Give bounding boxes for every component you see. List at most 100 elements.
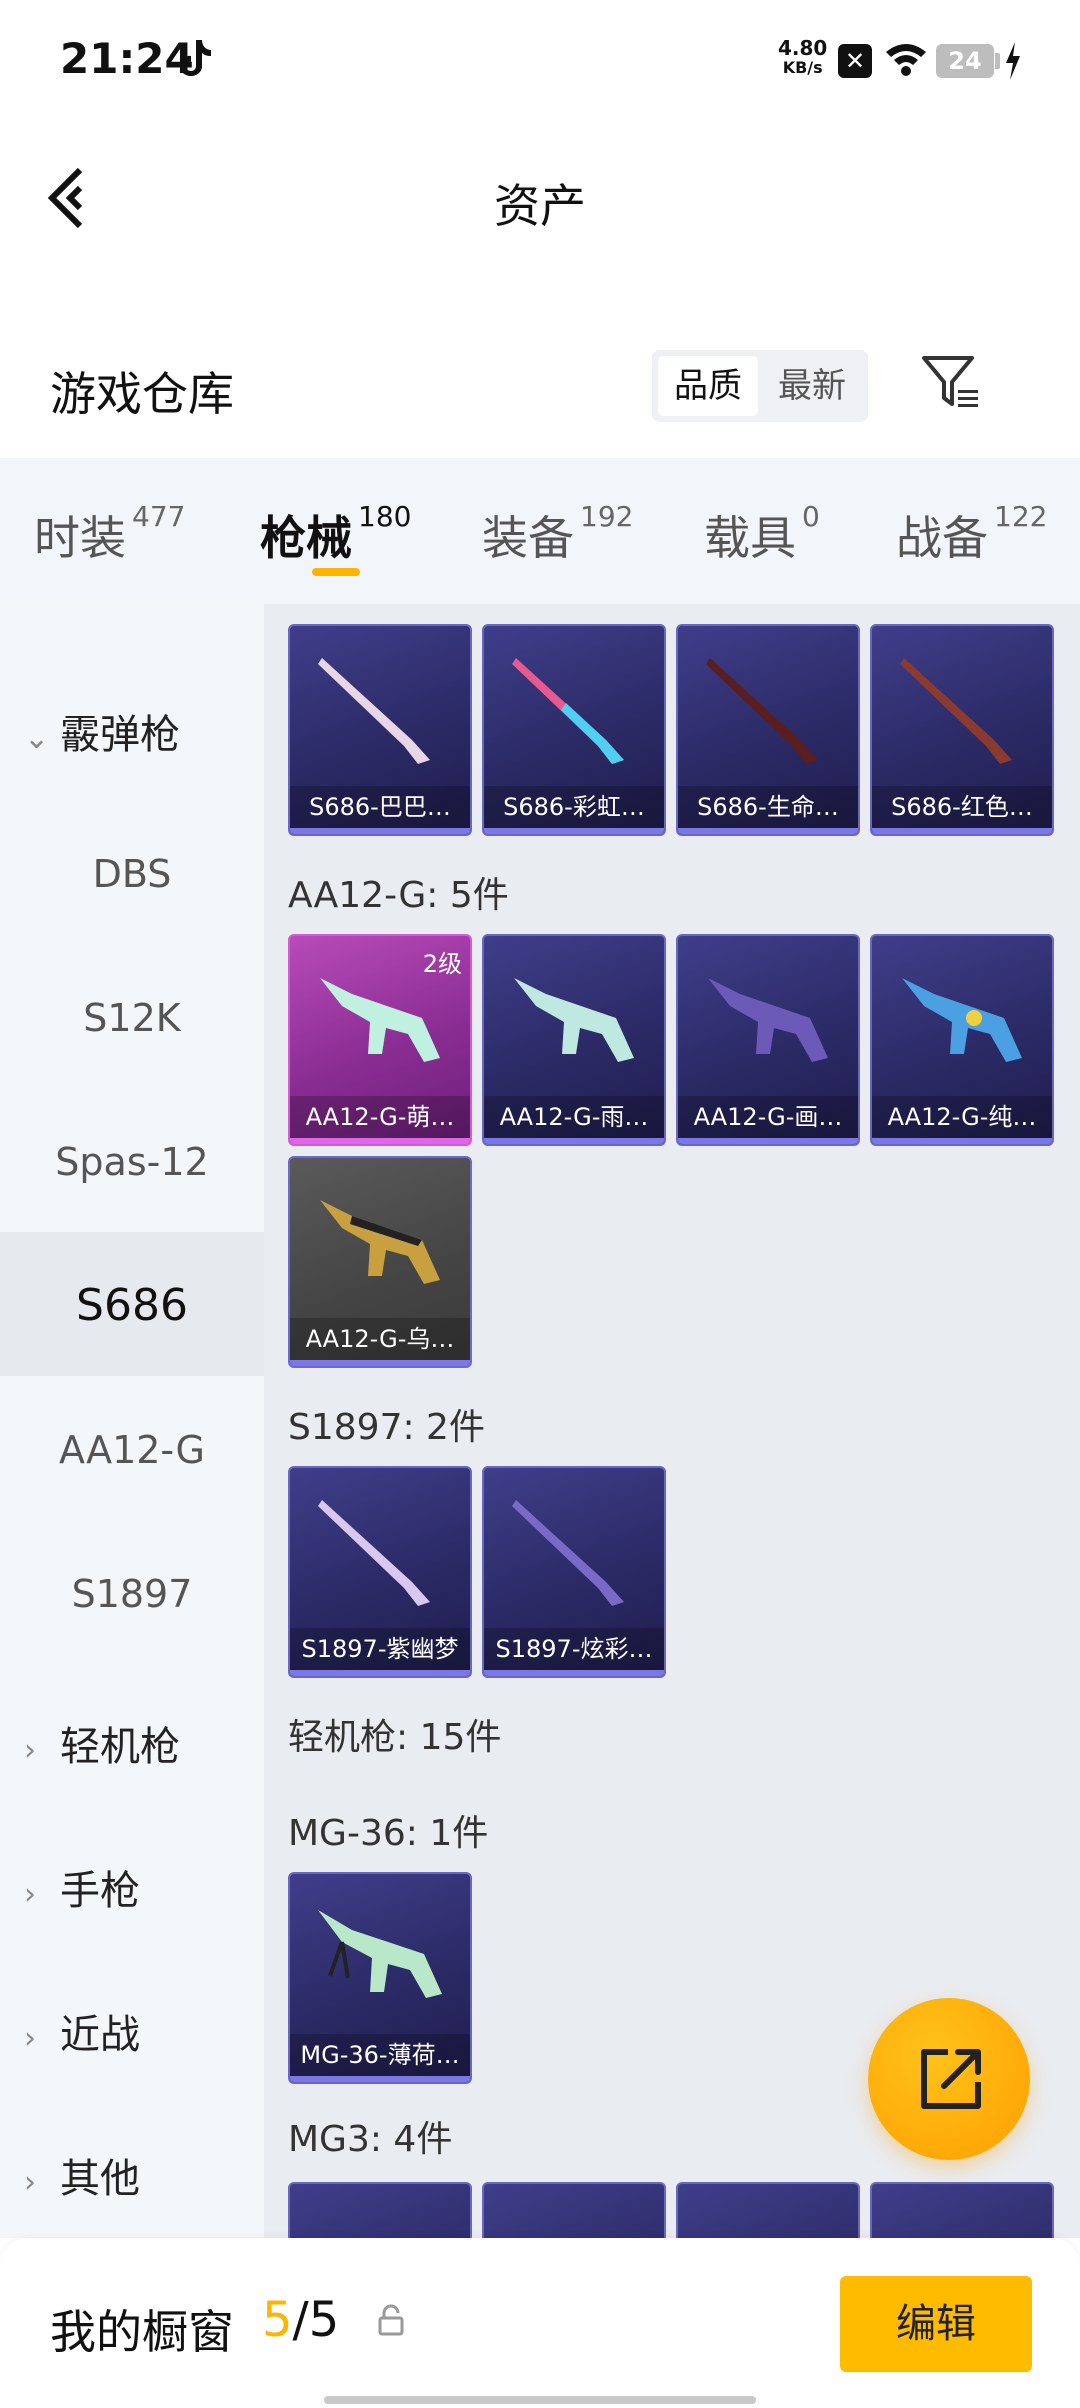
nav-item-s686[interactable]: S686 — [0, 1280, 264, 1331]
nav-group-other[interactable]: › 其他 — [24, 2146, 140, 2204]
shotgun-icon — [512, 658, 624, 764]
weapon-card-label: S1897-紫幽梦 — [290, 1628, 470, 1670]
showcase-separator: / — [292, 2292, 309, 2348]
wifi-icon — [886, 44, 926, 76]
weapon-card[interactable] — [482, 2182, 666, 2238]
showcase-label: 我的橱窗 — [50, 2305, 234, 2359]
card-rarity-bar — [290, 828, 470, 834]
weapon-card[interactable]: MG-36-薄荷… — [288, 1872, 472, 2084]
tab-firearms[interactable]: 枪械 180 — [260, 500, 411, 568]
weapon-card-label: AA12-G-画… — [678, 1096, 858, 1138]
tab-label: 时装 — [34, 511, 126, 565]
nav-group-melee[interactable]: › 近战 — [24, 2002, 140, 2060]
weapon-card[interactable]: AA12-G-雨… — [482, 934, 666, 1146]
nav-item-s12k[interactable]: S12K — [0, 996, 264, 1040]
shotgun-icon — [900, 658, 1012, 764]
nav-item-dbs[interactable]: DBS — [0, 852, 264, 896]
home-indicator[interactable] — [324, 2396, 756, 2404]
card-rarity-bar — [484, 1670, 664, 1676]
group-header-lmg: 轻机枪: 15件 — [288, 1717, 502, 1758]
card-rarity-bar — [290, 1670, 470, 1676]
weapon-card[interactable]: AA12-G-纯… — [870, 934, 1054, 1146]
rifle-icon — [320, 1200, 440, 1284]
tab-label: 装备 — [482, 511, 574, 565]
net-speed-unit: KB/s — [782, 58, 823, 77]
weapon-card[interactable]: AA12-G-乌… — [288, 1156, 472, 1368]
filter-icon[interactable] — [920, 352, 982, 414]
weapon-type-sidebar: ⌄ 霰弹枪 DBS S12K Spas-12 S686 AA12-G S1897 … — [0, 604, 264, 2238]
tab-label: 战备 — [896, 511, 988, 565]
shotgun-icon — [512, 1500, 624, 1606]
weapon-card[interactable]: S1897-紫幽梦 — [288, 1466, 472, 1678]
nav-group-label: 近战 — [60, 2012, 140, 2058]
nav-group-lmg[interactable]: › 轻机枪 — [24, 1714, 180, 1772]
weapon-card[interactable]: S686-生命… — [676, 624, 860, 836]
tab-label: 载具 — [704, 511, 796, 565]
close-box-icon: ✕ — [838, 44, 872, 78]
battery-tip — [995, 53, 1000, 69]
weapon-card[interactable]: 2级 AA12-G-萌… — [288, 934, 472, 1146]
tab-count: 122 — [994, 500, 1048, 533]
showcase-total: 5 — [308, 2292, 340, 2348]
net-speed: 4.80 KB/s — [778, 38, 827, 78]
card-rarity-bar — [872, 1138, 1052, 1144]
status-time: 21:24 — [60, 34, 194, 83]
weapon-card[interactable]: S686-红色… — [870, 624, 1054, 836]
nav-item-aa12g[interactable]: AA12-G — [0, 1428, 264, 1472]
edit-button[interactable]: 编辑 — [840, 2276, 1032, 2372]
nav-item-spas12[interactable]: Spas-12 — [0, 1140, 264, 1184]
group-header-s1897: S1897: 2件 — [288, 1407, 485, 1448]
tab-count: 477 — [132, 500, 186, 533]
card-rarity-bar — [290, 1138, 470, 1144]
weapon-card[interactable]: S686-彩虹… — [482, 624, 666, 836]
weapon-card[interactable]: S1897-炫彩… — [482, 1466, 666, 1678]
nav-group-shotgun[interactable]: ⌄ 霰弹枪 — [24, 702, 180, 760]
card-rarity-bar — [290, 1360, 470, 1366]
rifle-icon — [514, 978, 634, 1062]
weapon-card[interactable]: S686-巴巴… — [288, 624, 472, 836]
nav-group-label: 手枪 — [60, 1868, 140, 1914]
card-rarity-bar — [484, 1138, 664, 1144]
weapon-card-label: AA12-G-雨… — [484, 1096, 664, 1138]
weapon-card-label: S686-生命… — [678, 786, 858, 828]
nav-item-s1897[interactable]: S1897 — [0, 1572, 264, 1616]
rifle-icon — [708, 978, 828, 1062]
sort-option-quality[interactable]: 品质 — [658, 356, 758, 416]
showcase-current: 5 — [262, 2292, 293, 2348]
tab-supplies[interactable]: 战备 122 — [896, 500, 1048, 568]
tab-label: 枪械 — [260, 511, 352, 565]
weapon-grid: S686-巴巴… S686-彩虹… S686-生命… S686-红色… AA12… — [264, 604, 1080, 2238]
tab-fashion[interactable]: 时装 477 — [34, 500, 186, 568]
weapon-card[interactable] — [870, 2182, 1054, 2238]
weapon-card[interactable] — [676, 2182, 860, 2238]
card-rarity-bar — [678, 1138, 858, 1144]
weapon-card-label: AA12-G-纯… — [872, 1096, 1052, 1138]
lmg-icon — [318, 1910, 442, 1998]
card-rarity-bar — [484, 828, 664, 834]
net-speed-value: 4.80 — [778, 36, 828, 60]
lock-icon — [378, 2304, 404, 2336]
card-rarity-bar — [872, 828, 1052, 834]
card-rarity-bar — [290, 2076, 470, 2082]
tab-vehicles[interactable]: 载具 0 — [704, 500, 820, 568]
nav-group-label: 其他 — [60, 2156, 140, 2202]
share-button[interactable] — [868, 1998, 1030, 2160]
weapon-card-label: AA12-G-乌… — [290, 1318, 470, 1360]
shotgun-icon — [318, 1500, 430, 1606]
chevron-right-icon: › — [24, 1877, 36, 1912]
sort-option-latest[interactable]: 最新 — [762, 356, 862, 416]
battery-icon: 24 — [936, 44, 994, 78]
group-header-mg3: MG3: 4件 — [288, 2119, 453, 2160]
sort-toggle[interactable]: 品质 最新 — [652, 350, 868, 422]
page-title: 资产 — [494, 179, 586, 233]
shotgun-icon — [706, 658, 818, 764]
tab-equipment[interactable]: 装备 192 — [482, 500, 633, 568]
nav-group-pistol[interactable]: › 手枪 — [24, 1858, 140, 1916]
weapon-card[interactable]: AA12-G-画… — [676, 934, 860, 1146]
nav-group-label: 霰弹枪 — [60, 712, 180, 758]
group-header-mg36: MG-36: 1件 — [288, 1813, 489, 1854]
weapon-card-label: AA12-G-萌… — [290, 1096, 470, 1138]
weapon-card[interactable] — [288, 2182, 472, 2238]
chevron-right-icon: › — [24, 1733, 36, 1768]
chevron-right-icon: › — [24, 2165, 36, 2200]
